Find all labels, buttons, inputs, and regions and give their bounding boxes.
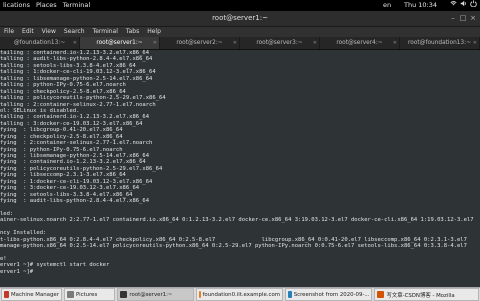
tab-server3[interactable]: root@server3:~ ✕ xyxy=(240,37,320,49)
taskbar-pictures[interactable]: Pictures xyxy=(63,288,116,301)
volume-icon xyxy=(460,0,467,11)
power-icon xyxy=(470,0,477,11)
task-label: foundation0.ilt.example.com xyxy=(202,291,280,298)
menu-search[interactable]: Search xyxy=(60,27,89,37)
window-menubar: File Edit View Search Terminal Tabs Help xyxy=(0,27,480,37)
close-tab-icon[interactable]: ✕ xyxy=(313,37,317,49)
tab-label: root@server4:~ xyxy=(336,40,383,46)
window-titlebar[interactable]: root@server1:~ – □ × xyxy=(0,11,480,27)
tab-server4[interactable]: root@server4:~ ✕ xyxy=(320,37,400,49)
tab-label: root@server2:~ xyxy=(176,40,223,46)
clock[interactable]: Thu 10:34 xyxy=(404,0,437,11)
taskbar-screenshot[interactable]: Screenshot from 2020-09-... xyxy=(285,288,373,301)
top-panel: lications Places Terminal en Thu 10:34 xyxy=(0,0,480,11)
tab-server2[interactable]: root@server2:~ ✕ xyxy=(160,37,240,49)
taskbar-virt-manager[interactable]: Machine Manager xyxy=(1,288,62,301)
task-label: 写文章-CSDN博客 - Mozilla xyxy=(386,292,455,299)
task-label: root@server1:~ xyxy=(129,291,173,298)
image-icon xyxy=(288,291,292,298)
system-tray[interactable] xyxy=(450,0,477,11)
tab-foundation13[interactable]: root@foundation13:~ ✕ xyxy=(400,37,480,49)
tab-server1[interactable]: root@server1:~ ✕ xyxy=(80,37,160,49)
close-tab-icon[interactable]: ✕ xyxy=(233,37,237,49)
taskbar-terminal[interactable]: root@server1:~ xyxy=(117,288,194,301)
taskbar-firefox[interactable]: 写文章-CSDN博客 - Mozilla xyxy=(374,288,479,301)
close-icon[interactable]: × xyxy=(468,11,478,26)
menu-help[interactable]: Help xyxy=(143,27,165,37)
places-menu[interactable]: Places xyxy=(33,0,60,11)
window-title: root@server1:~ xyxy=(212,14,268,22)
taskbar: Machine Manager Pictures root@server1:~ … xyxy=(0,287,480,301)
language-indicator[interactable]: en xyxy=(383,0,391,11)
tab-label: root@server1:~ xyxy=(96,40,143,46)
close-tab-icon[interactable]: ✕ xyxy=(473,37,477,49)
browser-icon xyxy=(198,291,201,298)
close-tab-icon[interactable]: ✕ xyxy=(393,37,397,49)
tab-label: root@foundation13:~ xyxy=(408,40,471,46)
terminal-line: ainer-selinux.noarch 2:2.77-1.el7 contai… xyxy=(0,217,474,224)
terminal-output[interactable]: tailing : containerd.io-1.2.13-3.2.el7.x… xyxy=(0,50,480,287)
menu-tabs[interactable]: Tabs xyxy=(122,27,143,37)
taskbar-browser[interactable]: foundation0.ilt.example.com xyxy=(195,288,283,301)
terminal-icon xyxy=(120,291,128,298)
task-label: Machine Manager xyxy=(11,291,59,298)
network-icon xyxy=(450,0,457,11)
close-tab-icon[interactable]: ✕ xyxy=(73,37,77,49)
terminal-tabs: @foundation13:~ ✕ root@server1:~ ✕ root@se… xyxy=(0,37,480,50)
minimize-icon[interactable]: – xyxy=(448,11,458,26)
folder-icon xyxy=(66,291,74,298)
task-label: Pictures xyxy=(75,291,98,298)
terminal-line: erver1 ~]# xyxy=(0,268,37,275)
virt-manager-icon xyxy=(4,291,10,298)
applications-menu[interactable]: lications xyxy=(0,0,33,11)
top-menu: lications Places Terminal xyxy=(0,0,93,11)
menu-edit[interactable]: Edit xyxy=(18,27,38,37)
terminal-app-menu[interactable]: Terminal xyxy=(60,0,93,11)
terminal-line: manage-python.x86_64 0:2.5-14.el7 policy… xyxy=(0,243,467,250)
tab-label: root@server3:~ xyxy=(256,40,303,46)
menu-view[interactable]: View xyxy=(38,27,60,37)
close-tab-icon[interactable]: ✕ xyxy=(153,37,157,49)
maximize-icon[interactable]: □ xyxy=(458,11,468,26)
firefox-icon xyxy=(377,291,385,298)
menu-file[interactable]: File xyxy=(0,27,18,37)
tab-foundation13-left[interactable]: @foundation13:~ ✕ xyxy=(0,37,80,49)
tab-label: @foundation13:~ xyxy=(13,40,66,46)
task-label: Screenshot from 2020-09-... xyxy=(293,291,370,298)
menu-terminal[interactable]: Terminal xyxy=(89,27,122,37)
